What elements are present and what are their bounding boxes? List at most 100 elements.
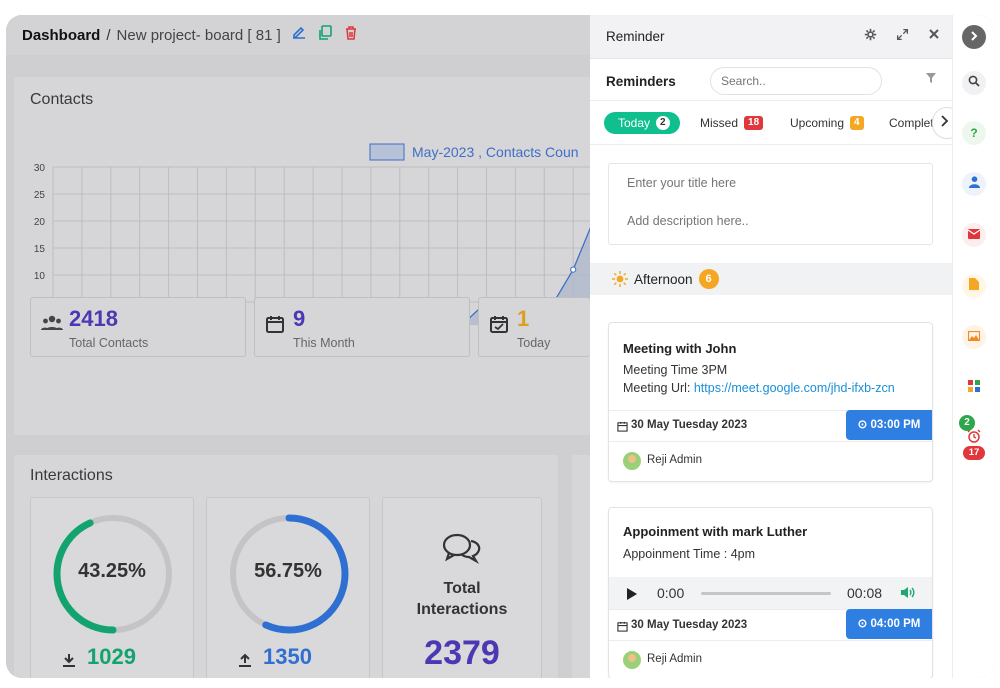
calendar-icon: [265, 314, 285, 339]
clock-icon: ⊙: [857, 618, 871, 630]
play-icon[interactable]: [627, 587, 637, 605]
missed-count-badge: 17: [963, 446, 985, 460]
stat-label: Total Contacts: [69, 336, 149, 350]
filter-icon[interactable]: [926, 72, 936, 86]
expand-icon[interactable]: [896, 28, 909, 44]
reminder-meeting-time: Meeting Time 3PM: [623, 363, 728, 377]
meeting-link[interactable]: https://meet.google.com/jhd-ifxb-zcn: [694, 381, 895, 395]
description-input[interactable]: [627, 214, 907, 228]
search-icon[interactable]: [962, 71, 986, 95]
data-point: [570, 266, 577, 273]
reminder-date: 30 May Tuesday 2023: [631, 419, 748, 431]
reminder-time: ⊙ 04:00 PM: [846, 609, 932, 639]
title-input[interactable]: [627, 176, 907, 190]
stat-total-contacts: 2418 Total Contacts: [30, 297, 246, 357]
new-reminder-form: [608, 163, 933, 245]
ring-count: 1029: [87, 644, 136, 669]
stat-label: Today: [517, 336, 551, 350]
reminder-user: Reji Admin: [647, 653, 702, 665]
search-input[interactable]: [710, 67, 882, 95]
ring-count: 1350: [263, 644, 312, 669]
tab-label: Missed: [700, 116, 739, 130]
contacts-line-chart: 0510152025300102030405060708091011121314…: [34, 143, 590, 325]
y-tick-label: 20: [34, 217, 46, 228]
reminders-toolbar: Reminders: [590, 59, 952, 101]
contacts-title: Contacts: [30, 91, 94, 108]
user-icon[interactable]: [962, 172, 986, 196]
reminder-panel: Reminder Reminders Today 2 M: [590, 15, 962, 678]
reminders-label: Reminders: [606, 74, 676, 89]
calendar-icon: [617, 419, 628, 437]
audio-progress-bar[interactable]: [701, 592, 831, 595]
stat-label: This Month: [293, 336, 355, 350]
close-icon[interactable]: [928, 28, 940, 43]
tab-completed[interactable]: Complet: [889, 112, 934, 134]
reminder-card[interactable]: Appoinment with mark Luther Appoinment T…: [608, 507, 933, 678]
calendar-icon: [617, 619, 628, 637]
y-tick-label: 30: [34, 163, 46, 174]
side-card: [572, 455, 590, 678]
reminder-title: Meeting with John: [623, 341, 737, 356]
stat-today: 1 Today: [478, 297, 590, 357]
ring-percent: 56.75%: [254, 560, 322, 582]
divider: [609, 441, 932, 442]
reminder-meeting-url: Meeting Url: https://meet.google.com/jhd…: [623, 381, 895, 395]
tab-upcoming[interactable]: Upcoming 4: [790, 112, 864, 134]
calendar-check-icon: [489, 314, 509, 339]
url-label: Meeting Url:: [623, 381, 694, 395]
legend-swatch: [369, 143, 405, 161]
gear-icon[interactable]: [864, 28, 877, 44]
tab-label: Upcoming: [790, 116, 845, 130]
time-label: 04:00 PM: [870, 618, 921, 630]
download-icon: [61, 652, 77, 673]
tab-label: Today: [618, 116, 651, 130]
upload-icon: [237, 652, 253, 673]
copy-icon[interactable]: [317, 25, 333, 45]
avatar: [623, 651, 641, 669]
ring-card-inbound: 43.25% 1029: [30, 497, 194, 678]
stat-value: 9: [293, 306, 306, 331]
reminder-time: ⊙ 03:00 PM: [846, 410, 932, 440]
reminder-date: 30 May Tuesday 2023: [631, 619, 748, 631]
total-label-2: Interactions: [416, 601, 508, 618]
stat-value: 1: [517, 306, 530, 331]
section-afternoon[interactable]: Afternoon 6: [590, 263, 952, 295]
panel-header: Reminder: [590, 15, 952, 59]
edit-icon[interactable]: [291, 25, 307, 45]
stat-this-month: 9 This Month: [254, 297, 470, 357]
ring-card-outbound: 56.75% 1350: [206, 497, 370, 678]
y-tick-label: 25: [34, 190, 46, 201]
apps-icon[interactable]: [962, 376, 986, 400]
users-icon: [41, 314, 63, 337]
panel-title: Reminder: [606, 29, 665, 44]
reminder-user: Reji Admin: [647, 454, 702, 466]
stat-value: 2418: [69, 306, 118, 331]
chevron-right-icon[interactable]: [962, 25, 986, 49]
dashboard: Dashboard / New project- board [ 81 ] Co…: [6, 15, 590, 678]
y-tick-label: 10: [34, 271, 46, 282]
ring-percent: 43.25%: [78, 560, 146, 582]
interactions-title: Interactions: [30, 467, 113, 484]
tab-count: 4: [850, 116, 864, 130]
total-interactions-card: Total Interactions 2379: [382, 497, 542, 678]
audio-player: 0:00 00:08: [609, 577, 932, 609]
document-icon[interactable]: [962, 274, 986, 298]
breadcrumb-separator: /: [106, 26, 111, 44]
divider: [609, 640, 932, 641]
trash-icon[interactable]: [343, 25, 359, 45]
section-label: Afternoon: [634, 271, 693, 287]
tab-missed[interactable]: Missed 18: [700, 112, 764, 134]
mail-icon[interactable]: [962, 223, 986, 247]
image-icon[interactable]: [962, 325, 986, 349]
tab-today[interactable]: Today 2: [604, 112, 680, 134]
reminder-appointment-time: Appoinment Time : 4pm: [623, 547, 756, 561]
chat-icon: [441, 532, 483, 571]
reminder-card[interactable]: Meeting with John Meeting Time 3PM Meeti…: [608, 322, 933, 482]
reminder-count-badge: 2: [959, 415, 975, 431]
volume-icon[interactable]: [901, 586, 915, 604]
help-icon[interactable]: ?: [962, 121, 986, 145]
audio-current-time: 0:00: [657, 585, 685, 601]
breadcrumb: Dashboard / New project- board [ 81 ]: [6, 15, 590, 55]
breadcrumb-root[interactable]: Dashboard: [22, 27, 100, 44]
time-label: 03:00 PM: [870, 419, 921, 431]
